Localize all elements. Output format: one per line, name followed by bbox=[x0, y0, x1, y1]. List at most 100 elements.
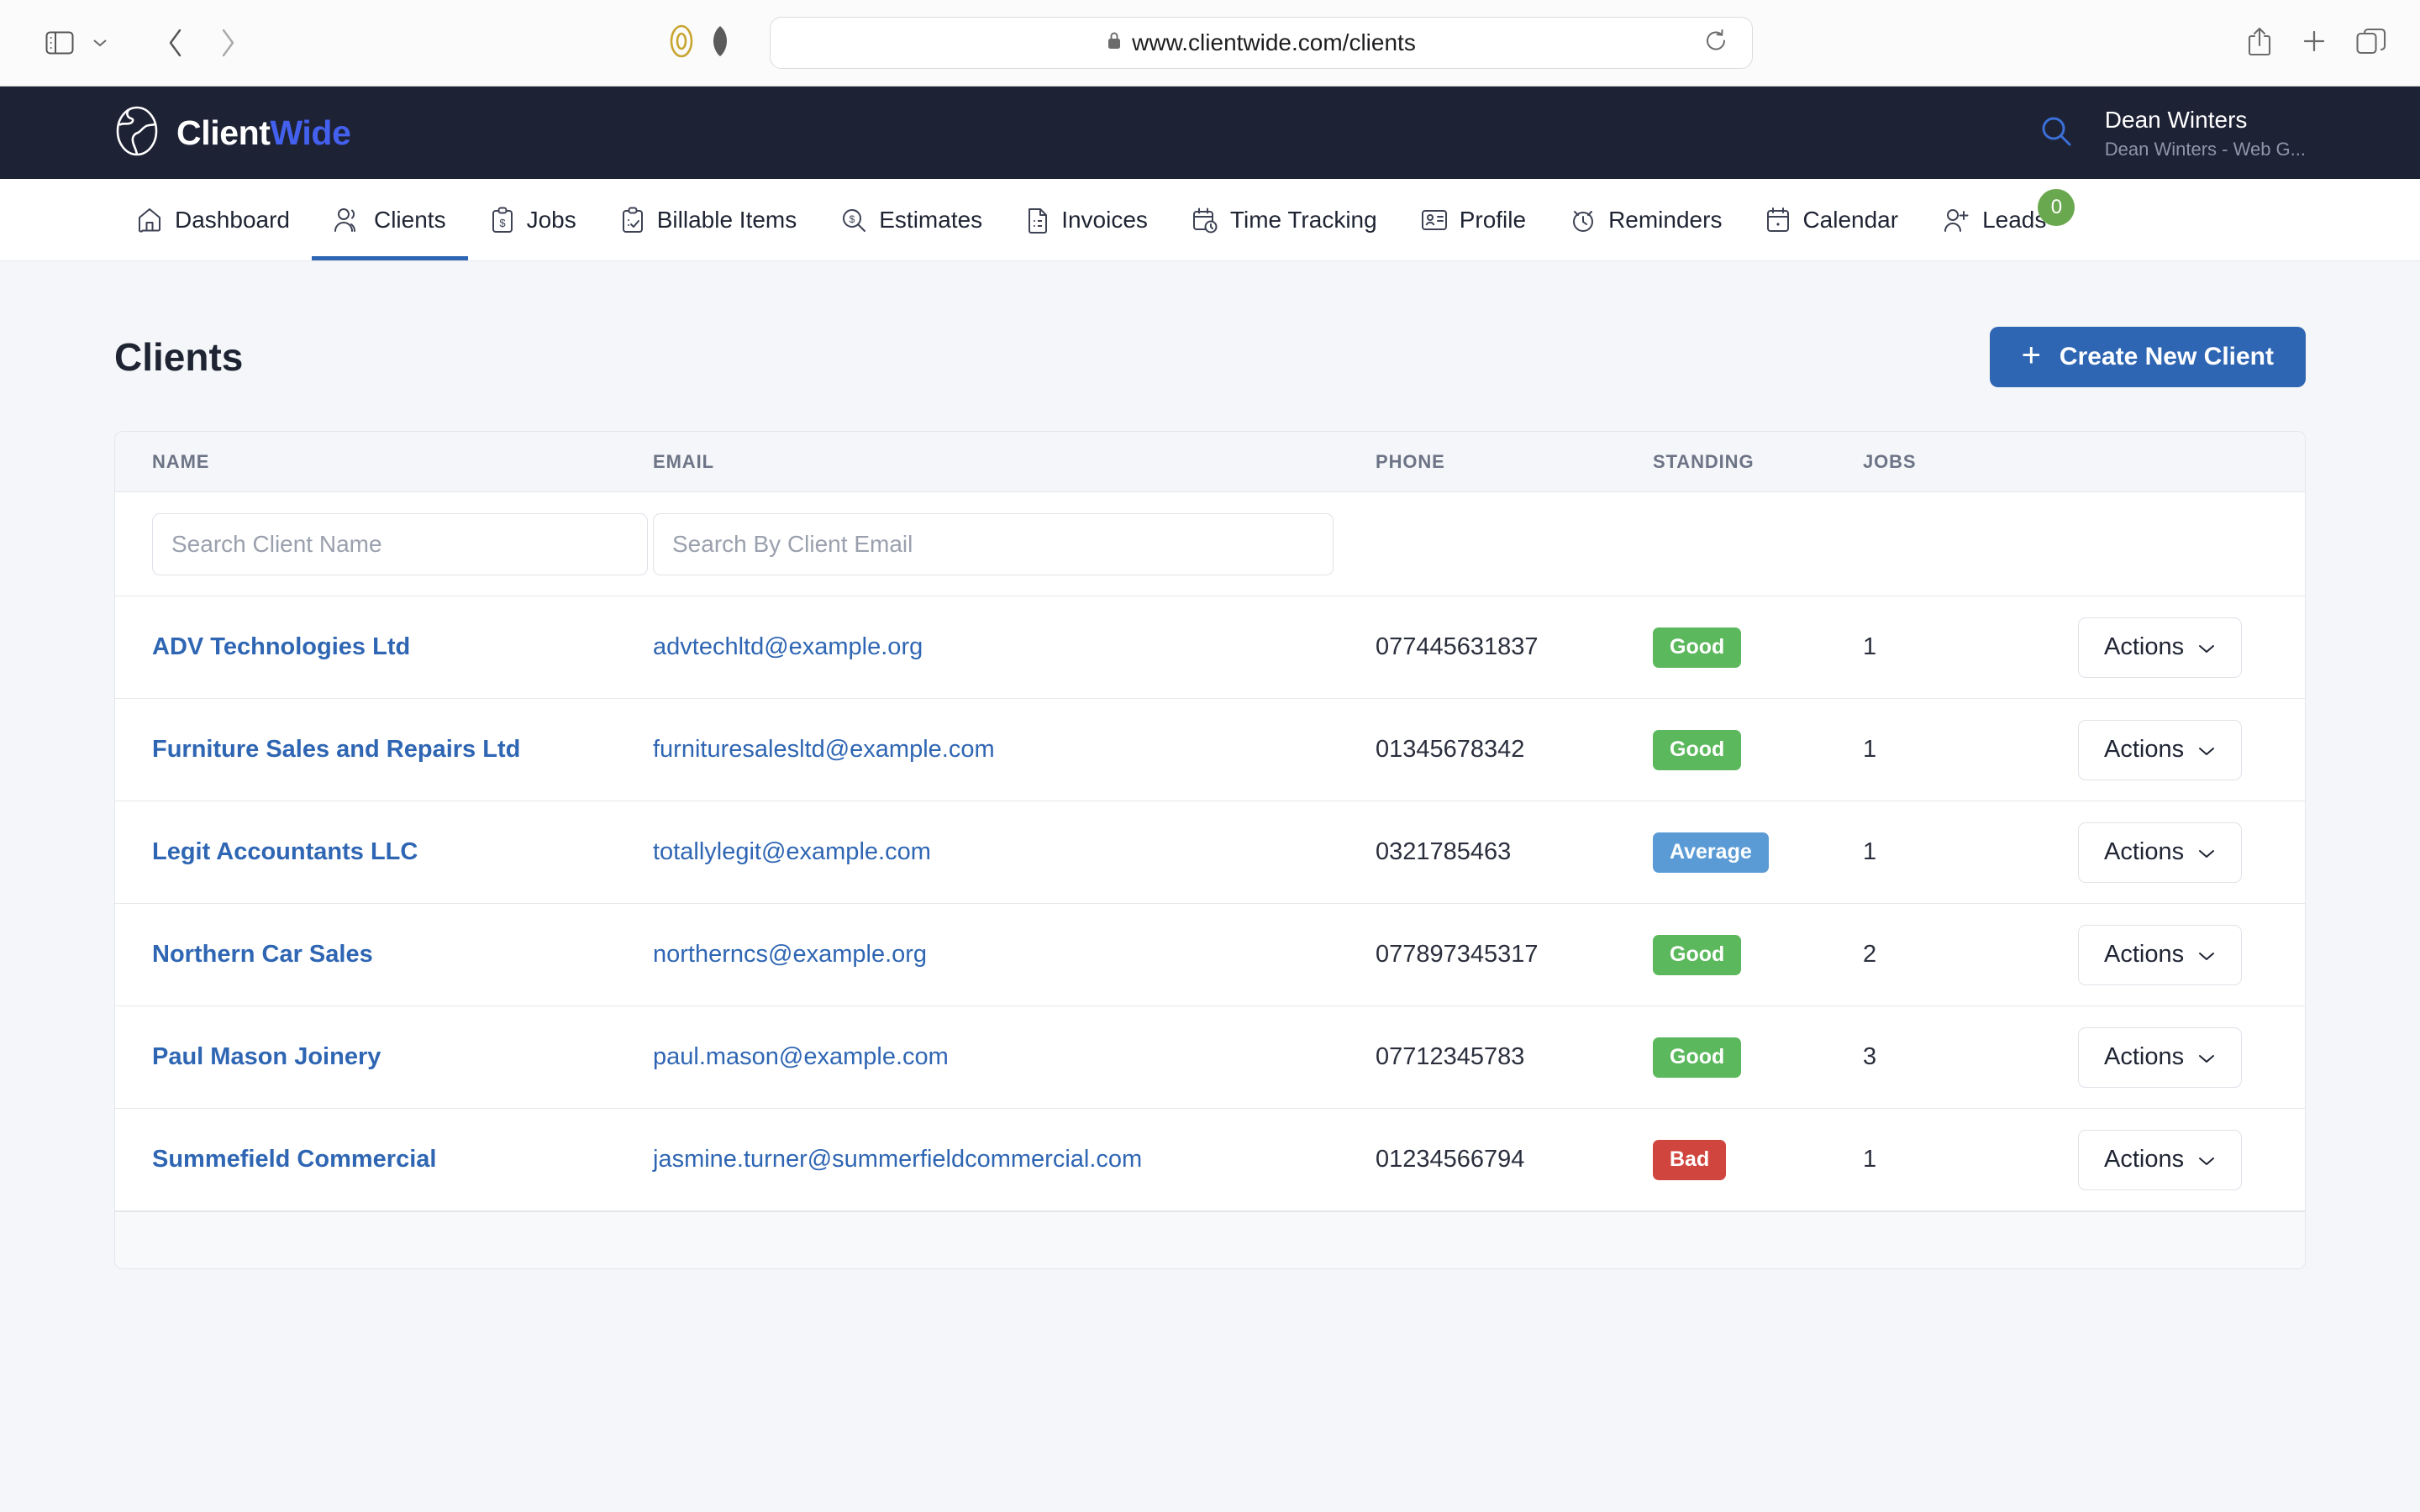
nav-label: Leads bbox=[1982, 206, 2047, 233]
actions-dropdown-button[interactable]: Actions bbox=[2078, 1026, 2243, 1088]
table-row: Northern Car Sales northerncs@example.or… bbox=[115, 904, 2305, 1006]
tab-overview-icon[interactable] bbox=[2356, 28, 2386, 59]
actions-label: Actions bbox=[2104, 838, 2185, 865]
search-client-name-input[interactable] bbox=[152, 512, 648, 575]
forward-arrow-icon[interactable] bbox=[202, 17, 254, 69]
actions-label: Actions bbox=[2104, 736, 2185, 763]
nav-item-calendar[interactable]: Calendar bbox=[1744, 179, 1920, 260]
browser-right-controls bbox=[2247, 26, 2386, 60]
create-new-client-label: Create New Client bbox=[2059, 343, 2274, 370]
client-email-link[interactable]: paul.mason@example.com bbox=[653, 1043, 949, 1070]
client-jobs-count: 1 bbox=[1863, 838, 1877, 865]
client-name-link[interactable]: Summefield Commercial bbox=[152, 1146, 436, 1173]
nav-item-leads[interactable]: Leads 0 bbox=[1920, 179, 2075, 260]
nav-item-estimates[interactable]: $ Estimates bbox=[818, 179, 1004, 260]
nav-label: Clients bbox=[373, 206, 446, 233]
nav-item-invoices[interactable]: Invoices bbox=[1004, 179, 1170, 260]
app-logo[interactable]: ClientWide bbox=[114, 105, 351, 161]
nav-label: Billable Items bbox=[656, 206, 797, 233]
actions-dropdown-button[interactable]: Actions bbox=[2078, 822, 2243, 883]
address-bar[interactable]: www.clientwide.com/clients bbox=[770, 17, 1753, 69]
client-email-link[interactable]: jasmine.turner@summerfieldcommercial.com bbox=[653, 1146, 1142, 1173]
user-name: Dean Winters bbox=[2104, 106, 2248, 133]
nav-item-reminders[interactable]: Reminders bbox=[1548, 179, 1744, 260]
actions-label: Actions bbox=[2104, 633, 2185, 660]
search-client-email-input[interactable] bbox=[653, 512, 1334, 575]
page-header: Clients + Create New Client bbox=[114, 261, 2306, 431]
client-phone: 077897345317 bbox=[1376, 941, 1539, 968]
client-name-link[interactable]: ADV Technologies Ltd bbox=[152, 633, 410, 660]
actions-label: Actions bbox=[2104, 1146, 2185, 1173]
reload-icon[interactable] bbox=[1703, 29, 1728, 58]
client-email-link[interactable]: advtechltd@example.org bbox=[653, 633, 923, 660]
share-icon[interactable] bbox=[2247, 26, 2272, 60]
table-footer bbox=[115, 1211, 2305, 1268]
user-menu[interactable]: Dean Winters Dean Winters - Web G... bbox=[2105, 105, 2306, 161]
clients-table: NAME EMAIL PHONE STANDING JOBS ADV Techn… bbox=[114, 431, 2306, 1269]
privacy-shield-icon[interactable] bbox=[711, 24, 729, 62]
url-text: www.clientwide.com/clients bbox=[1132, 29, 1416, 55]
user-subtitle: Dean Winters - Web G... bbox=[2104, 138, 2306, 160]
clipboard-check-icon bbox=[620, 207, 645, 234]
nav-item-time-tracking[interactable]: Time Tracking bbox=[1170, 179, 1399, 260]
chevron-down-icon bbox=[2197, 736, 2216, 764]
client-email-link[interactable]: totallylegit@example.com bbox=[653, 838, 931, 865]
calendar-clock-icon bbox=[1192, 207, 1218, 234]
content-blocker-icon[interactable] bbox=[667, 24, 696, 62]
magnifier-money-icon: $ bbox=[840, 207, 867, 234]
client-email-link[interactable]: northerncs@example.org bbox=[653, 941, 927, 968]
logo-text-accent: Wide bbox=[270, 113, 351, 152]
nav-item-dashboard[interactable]: Dashboard bbox=[114, 179, 312, 260]
standing-badge: Good bbox=[1653, 729, 1742, 770]
actions-dropdown-button[interactable]: Actions bbox=[2078, 1129, 2243, 1190]
client-phone: 01234566794 bbox=[1376, 1146, 1525, 1173]
nav-item-jobs[interactable]: $ Jobs bbox=[468, 179, 598, 260]
nav-item-billable-items[interactable]: Billable Items bbox=[598, 179, 819, 260]
table-row: Legit Accountants LLC totallylegit@examp… bbox=[115, 801, 2305, 904]
actions-dropdown-button[interactable]: Actions bbox=[2078, 924, 2243, 985]
nav-label: Reminders bbox=[1608, 206, 1723, 233]
client-phone: 077445631837 bbox=[1376, 633, 1539, 660]
main-navigation: Dashboard Clients $ Jobs Billable Items … bbox=[0, 179, 2420, 261]
tab-group-chevron-down-icon[interactable] bbox=[74, 17, 126, 69]
client-name-link[interactable]: Furniture Sales and Repairs Ltd bbox=[152, 736, 520, 763]
user-plus-icon bbox=[1942, 207, 1970, 234]
actions-dropdown-button[interactable]: Actions bbox=[2078, 719, 2243, 780]
logo-wordmark: ClientWide bbox=[176, 113, 351, 153]
client-email-link[interactable]: furnituresalesltd@example.com bbox=[653, 736, 995, 763]
client-phone: 01345678342 bbox=[1376, 736, 1525, 763]
nav-label: Dashboard bbox=[175, 206, 290, 233]
nav-label: Estimates bbox=[879, 206, 983, 233]
standing-badge: Good bbox=[1653, 934, 1742, 975]
lock-icon bbox=[1107, 29, 1122, 56]
standing-badge: Good bbox=[1653, 627, 1742, 668]
actions-label: Actions bbox=[2104, 1043, 2185, 1070]
column-header-jobs: JOBS bbox=[1863, 450, 1917, 472]
people-icon bbox=[334, 207, 362, 234]
nav-label: Profile bbox=[1459, 206, 1527, 233]
browser-toolbar: www.clientwide.com/clients bbox=[0, 0, 2420, 87]
home-icon bbox=[136, 207, 163, 234]
create-new-client-button[interactable]: + Create New Client bbox=[1989, 327, 2306, 387]
client-name-link[interactable]: Paul Mason Joinery bbox=[152, 1043, 381, 1070]
client-jobs-count: 3 bbox=[1863, 1043, 1877, 1070]
plus-icon[interactable] bbox=[2301, 28, 2328, 59]
nav-item-profile[interactable]: Profile bbox=[1399, 179, 1548, 260]
client-name-link[interactable]: Legit Accountants LLC bbox=[152, 838, 418, 865]
column-header-name: NAME bbox=[152, 450, 210, 472]
page-content: Clients + Create New Client NAME EMAIL P… bbox=[0, 261, 2420, 1269]
standing-badge: Good bbox=[1653, 1037, 1742, 1078]
svg-text:$: $ bbox=[850, 213, 855, 225]
client-name-link[interactable]: Northern Car Sales bbox=[152, 941, 373, 968]
search-icon[interactable] bbox=[2039, 114, 2073, 152]
table-row: Paul Mason Joinery paul.mason@example.co… bbox=[115, 1006, 2305, 1109]
clipboard-money-icon: $ bbox=[490, 207, 515, 234]
document-lines-icon bbox=[1026, 207, 1050, 234]
chevron-down-icon bbox=[2197, 1043, 2216, 1071]
actions-dropdown-button[interactable]: Actions bbox=[2078, 617, 2243, 678]
back-arrow-icon[interactable] bbox=[150, 17, 202, 69]
logo-text-primary: Client bbox=[176, 113, 271, 152]
table-header-row: NAME EMAIL PHONE STANDING JOBS bbox=[115, 432, 2305, 492]
nav-item-clients[interactable]: Clients bbox=[311, 179, 468, 260]
privacy-controls bbox=[667, 24, 729, 62]
